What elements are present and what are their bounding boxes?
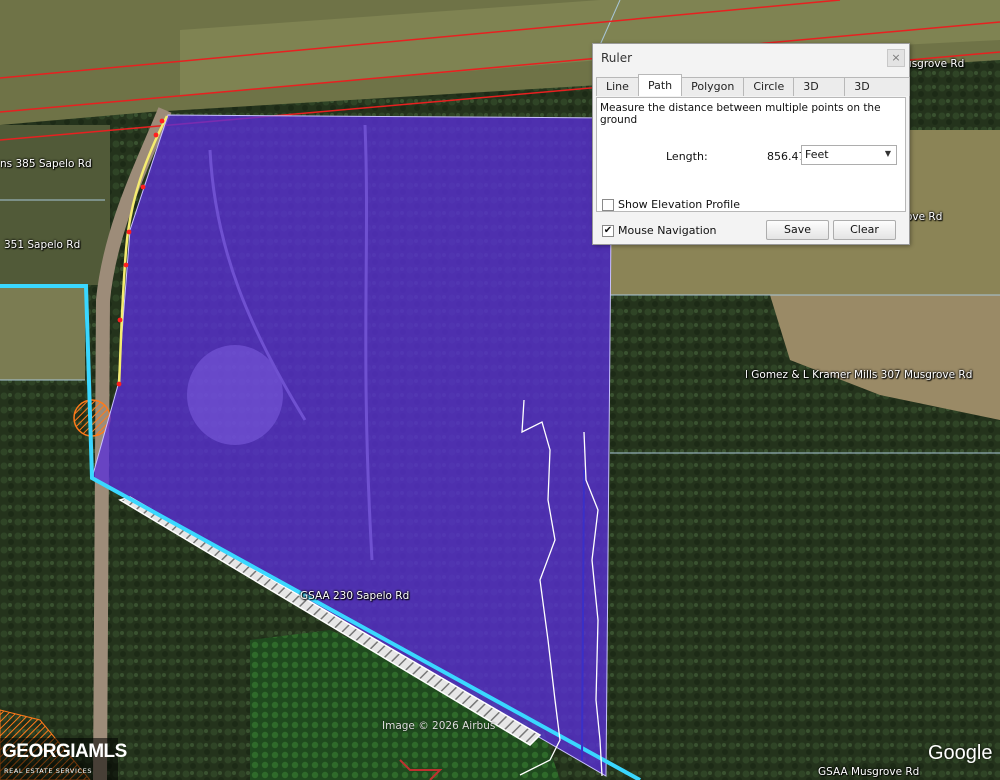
tab-3d-path[interactable]: 3D path <box>793 77 846 111</box>
pond-area <box>187 345 283 445</box>
parcel-label: ns 385 Sapelo Rd <box>0 158 92 170</box>
show-elevation-checkbox[interactable] <box>602 198 614 211</box>
ruler-dialog[interactable]: Ruler × Line Path Polygon Circle 3D path… <box>592 43 910 245</box>
field-left-top <box>0 125 110 285</box>
length-label: Length: <box>666 150 708 163</box>
mouse-navigation-label: Mouse Navigation <box>618 224 717 237</box>
path-tab-panel: Measure the distance between multiple po… <box>596 97 906 212</box>
unit-selected-value: Feet <box>805 148 829 161</box>
clear-button[interactable]: Clear <box>833 220 896 240</box>
parcel-label: GSAA Musgrove Rd <box>818 766 920 778</box>
parcel-label: GSAA 230 Sapelo Rd <box>300 590 410 602</box>
close-button[interactable]: × <box>887 49 905 67</box>
parcel-label: 351 Sapelo Rd <box>4 239 81 251</box>
show-elevation-label: Show Elevation Profile <box>618 198 740 211</box>
tab-3d-polygon[interactable]: 3D polygon <box>844 77 910 111</box>
ruler-tabs: Line Path Polygon Circle 3D path 3D poly… <box>596 74 910 111</box>
parcel-label: l Gomez & L Kramer Mills 307 Musgrove Rd <box>745 369 973 381</box>
mouse-navigation-row[interactable]: ✔ Mouse Navigation <box>602 224 717 237</box>
parcel-label: ove Rd <box>906 211 943 223</box>
mls-logo-text: GEORGIAMLS <box>2 741 127 762</box>
tab-polygon[interactable]: Polygon <box>681 77 745 96</box>
save-button[interactable]: Save <box>766 220 829 240</box>
unit-select[interactable]: Feet ▼ <box>801 145 897 165</box>
ruler-title: Ruler <box>601 51 633 65</box>
tab-line[interactable]: Line <box>596 77 639 96</box>
imagery-attribution: Image © 2026 Airbus <box>382 720 496 732</box>
tab-path[interactable]: Path <box>637 74 683 96</box>
field-left <box>0 285 85 380</box>
show-elevation-row[interactable]: Show Elevation Profile <box>602 198 740 211</box>
mls-logo-tagline: REAL ESTATE SERVICES <box>4 767 93 775</box>
mouse-navigation-checkbox[interactable]: ✔ <box>602 224 614 237</box>
length-value: 856.47 <box>767 150 806 163</box>
chevron-down-icon: ▼ <box>884 149 891 158</box>
measure-description: Measure the distance between multiple po… <box>600 102 881 126</box>
tab-circle[interactable]: Circle <box>743 77 795 96</box>
google-logo: Google <box>928 742 993 764</box>
georgia-mls-logo: GEORGIAMLS REAL ESTATE SERVICES <box>0 738 127 780</box>
